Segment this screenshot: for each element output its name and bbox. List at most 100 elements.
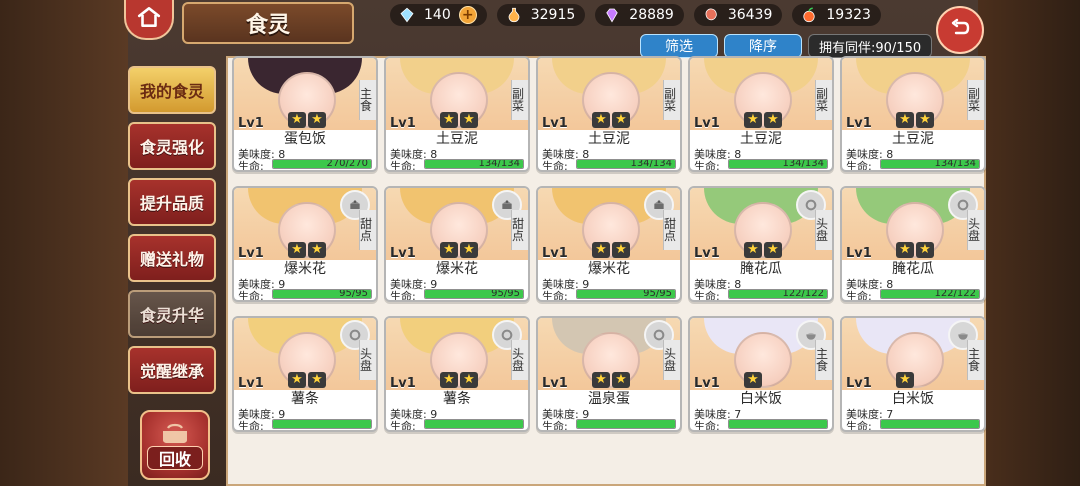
crystal-icon — [398, 6, 416, 24]
hp-bar: 95/95 — [272, 289, 372, 299]
star-icon: ★ — [592, 242, 610, 258]
food-soul-card[interactable]: 甜点 Lv1 ★ ★ 爆米花 美味度: 9 生命: 95/95 — [536, 186, 682, 302]
hp-bar-fill — [729, 420, 827, 428]
hp-text: 134/134 — [478, 159, 520, 169]
food-soul-card[interactable]: 头盘 Lv1 ★ ★ 薯条 美味度: 9 生命: — [384, 316, 530, 432]
menu-item-upgrade-quality[interactable]: 提升品质 — [128, 178, 216, 226]
type-tag: 主食 — [815, 340, 832, 380]
star-icon: ★ — [764, 242, 782, 258]
level-label: Lv1 — [694, 376, 720, 391]
star-icon: ★ — [744, 242, 762, 258]
filter-row: 筛选 降序 拥有同伴:90/150 — [640, 34, 933, 58]
food-soul-name: 土豆泥 — [740, 131, 782, 147]
food-soul-name: 温泉蛋 — [588, 391, 630, 407]
hp-bar-fill — [425, 420, 523, 428]
type-tag: 副菜 — [511, 80, 528, 120]
star-rating: ★ ★ — [592, 242, 630, 258]
star-icon: ★ — [288, 372, 306, 388]
hp-bar — [424, 419, 524, 429]
menu-item-enhance[interactable]: 食灵强化 — [128, 122, 216, 170]
food-soul-card[interactable]: 副菜 Lv1 ★ ★ 土豆泥 美味度: 8 生命: 134/134 — [688, 56, 834, 172]
food-soul-card[interactable]: 副菜 Lv1 ★ ★ 土豆泥 美味度: 8 生命: 134/134 — [536, 56, 682, 172]
hp-label: 生命: — [238, 160, 264, 172]
star-icon: ★ — [460, 372, 478, 388]
food-soul-card[interactable]: 副菜 Lv1 ★ ★ 土豆泥 美味度: 8 生命: 134/134 — [384, 56, 530, 172]
level-label: Lv1 — [238, 376, 264, 391]
hp-label: 生命: — [390, 160, 416, 172]
type-tag: 副菜 — [663, 80, 680, 120]
hp-text: 122/122 — [782, 289, 824, 299]
resource-meat-value: 36439 — [727, 7, 773, 23]
food-soul-name: 土豆泥 — [436, 131, 478, 147]
face-shape — [734, 332, 792, 388]
food-soul-card[interactable]: 主食 Lv1 ★ 白米饭 美味度: 7 生命: — [840, 316, 986, 432]
recycle-label: 回收 — [147, 446, 203, 470]
star-icon: ★ — [460, 242, 478, 258]
menu-item-ascend[interactable]: 食灵升华 — [128, 290, 216, 338]
add-crystal-button[interactable]: + — [458, 6, 477, 24]
resource-gem: 28889 — [595, 4, 684, 26]
food-soul-card[interactable]: 副菜 Lv1 ★ ★ 土豆泥 美味度: 8 生命: 134/134 — [840, 56, 986, 172]
back-arrow-icon — [948, 16, 972, 44]
star-icon: ★ — [308, 242, 326, 258]
recycle-button[interactable]: 回收 — [140, 410, 210, 480]
star-rating: ★ ★ — [440, 112, 478, 128]
level-label: Lv1 — [542, 246, 568, 261]
hp-text: 122/122 — [934, 289, 976, 299]
type-tag: 头盘 — [967, 210, 984, 250]
food-soul-name: 白米饭 — [892, 391, 934, 407]
hp-label: 生命: — [238, 290, 264, 302]
hp-label: 生命: — [846, 160, 872, 172]
star-icon: ★ — [440, 112, 458, 128]
pot-icon — [160, 422, 190, 444]
type-tag-text: 主食 — [816, 347, 829, 373]
menu-item-my-food-souls[interactable]: 我的食灵 — [128, 66, 216, 114]
hp-bar — [880, 419, 980, 429]
type-tag: 副菜 — [815, 80, 832, 120]
hp-bar: 122/122 — [728, 289, 828, 299]
resource-potion-value: 32915 — [530, 7, 576, 23]
food-soul-card[interactable]: 主食 Lv1 ★ 白米饭 美味度: 7 生命: — [688, 316, 834, 432]
filter-button[interactable]: 筛选 — [640, 34, 718, 58]
menu-item-send-gift[interactable]: 赠送礼物 — [128, 234, 216, 282]
hp-bar-fill — [273, 420, 371, 428]
food-soul-card[interactable]: 主食 Lv1 ★ ★ 蛋包饭 美味度: 8 生命: 270/270 — [232, 56, 378, 172]
type-tag-text: 头盘 — [968, 217, 981, 243]
owned-count: 拥有同伴:90/150 — [808, 34, 933, 58]
menu-item-awakening-inherit[interactable]: 觉醒继承 — [128, 346, 216, 394]
star-icon: ★ — [612, 112, 630, 128]
level-label: Lv1 — [846, 246, 872, 261]
resource-crystal-value: 140 — [424, 7, 451, 23]
hp-text: 134/134 — [782, 159, 824, 169]
food-soul-name: 爆米花 — [588, 261, 630, 277]
type-tag: 副菜 — [967, 80, 984, 120]
level-label: Lv1 — [694, 246, 720, 261]
food-soul-card[interactable]: 头盘 Lv1 ★ ★ 腌花瓜 美味度: 8 生命: 122/122 — [840, 186, 986, 302]
food-soul-name: 腌花瓜 — [892, 261, 934, 277]
resource-potion: 32915 — [496, 4, 586, 26]
food-soul-card[interactable]: 头盘 Lv1 ★ ★ 薯条 美味度: 9 生命: — [232, 316, 378, 432]
star-rating: ★ ★ — [288, 112, 326, 128]
food-soul-card[interactable]: 甜点 Lv1 ★ ★ 爆米花 美味度: 9 生命: 95/95 — [232, 186, 378, 302]
food-soul-card[interactable]: 头盘 Lv1 ★ ★ 温泉蛋 美味度: 9 生命: — [536, 316, 682, 432]
hp-bar: 95/95 — [424, 289, 524, 299]
type-tag-text: 副菜 — [664, 87, 677, 113]
star-icon: ★ — [896, 242, 914, 258]
hp-bar: 134/134 — [424, 159, 524, 169]
level-label: Lv1 — [390, 376, 416, 391]
home-button[interactable] — [124, 0, 174, 40]
hp-label: 生命: — [542, 420, 568, 432]
star-rating: ★ ★ — [744, 242, 782, 258]
type-tag: 头盘 — [663, 340, 680, 380]
food-soul-name: 腌花瓜 — [740, 261, 782, 277]
level-label: Lv1 — [542, 116, 568, 131]
food-soul-card[interactable]: 头盘 Lv1 ★ ★ 腌花瓜 美味度: 8 生命: 122/122 — [688, 186, 834, 302]
back-button[interactable] — [936, 6, 984, 54]
level-label: Lv1 — [238, 246, 264, 261]
food-soul-card[interactable]: 甜点 Lv1 ★ ★ 爆米花 美味度: 9 生命: 95/95 — [384, 186, 530, 302]
hp-label: 生命: — [846, 290, 872, 302]
star-icon: ★ — [916, 242, 934, 258]
sort-button[interactable]: 降序 — [724, 34, 802, 58]
hp-bar: 134/134 — [728, 159, 828, 169]
food-soul-grid: 主食 Lv1 ★ ★ 蛋包饭 美味度: 8 生命: 270/270 副菜 Lv1 ★ ★ 土豆泥 美味度:… — [232, 56, 986, 432]
